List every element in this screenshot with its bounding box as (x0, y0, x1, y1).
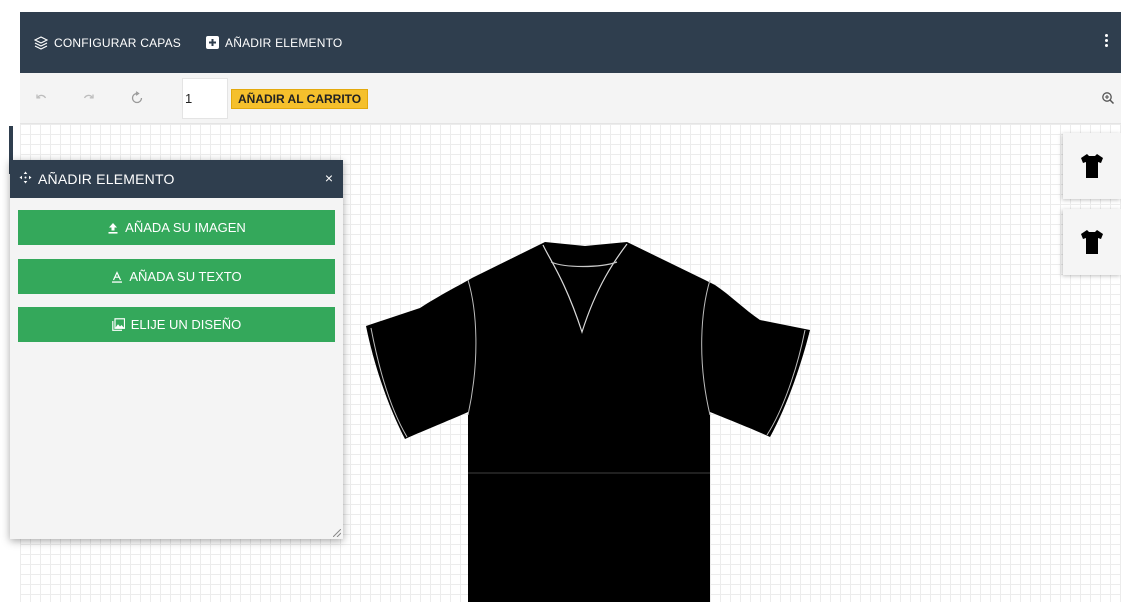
configure-layers-label: CONFIGURAR CAPAS (54, 35, 181, 50)
upload-icon (108, 222, 118, 234)
add-text-label: AÑADA SU TEXTO (129, 269, 242, 284)
more-vertical-icon[interactable] (1103, 34, 1109, 50)
add-image-button[interactable]: AÑADA SU IMAGEN (18, 210, 335, 245)
tshirt-back-icon (1081, 230, 1103, 254)
reset-icon[interactable] (130, 91, 144, 105)
view-thumb-back[interactable] (1063, 209, 1121, 275)
add-element-panel: AÑADIR ELEMENTO × AÑADA SU IMAGEN AÑADA … (10, 160, 343, 539)
add-to-cart-button[interactable]: AÑADIR AL CARRITO (231, 89, 369, 109)
choose-design-label: ELIJE UN DISEÑO (130, 317, 242, 332)
panel-title: AÑADIR ELEMENTO (38, 171, 175, 187)
layers-icon (34, 35, 48, 50)
add-text-button[interactable]: AÑADA SU TEXTO (18, 259, 335, 294)
resize-handle-icon[interactable] (333, 529, 341, 537)
add-element-top-label: AÑADIR ELEMENTO (225, 35, 343, 50)
text-icon (112, 270, 123, 283)
undo-icon[interactable] (34, 91, 48, 105)
close-icon[interactable]: × (325, 170, 333, 186)
tshirt-front-icon (1081, 154, 1103, 178)
tshirt-product-image[interactable] (365, 240, 811, 602)
configure-layers-button[interactable]: CONFIGURAR CAPAS (34, 12, 181, 73)
product-views (1063, 133, 1121, 285)
panel-header[interactable]: AÑADIR ELEMENTO (10, 160, 343, 198)
move-icon[interactable] (19, 171, 32, 187)
add-image-label: AÑADA SU IMAGEN (125, 220, 246, 235)
quantity-input[interactable]: 1 (182, 78, 228, 119)
add-element-top-button[interactable]: AÑADIR ELEMENTO (205, 12, 342, 73)
zoom-in-icon[interactable] (1101, 91, 1115, 105)
image-icon (111, 318, 125, 331)
choose-design-button[interactable]: ELIJE UN DISEÑO (18, 307, 335, 342)
view-thumb-front[interactable] (1063, 133, 1121, 199)
toolbar: 1 AÑADIR AL CARRITO (20, 73, 1121, 124)
redo-icon[interactable] (82, 91, 96, 105)
plus-square-icon (205, 36, 219, 50)
top-bar: CONFIGURAR CAPAS AÑADIR ELEMENTO (20, 12, 1121, 73)
